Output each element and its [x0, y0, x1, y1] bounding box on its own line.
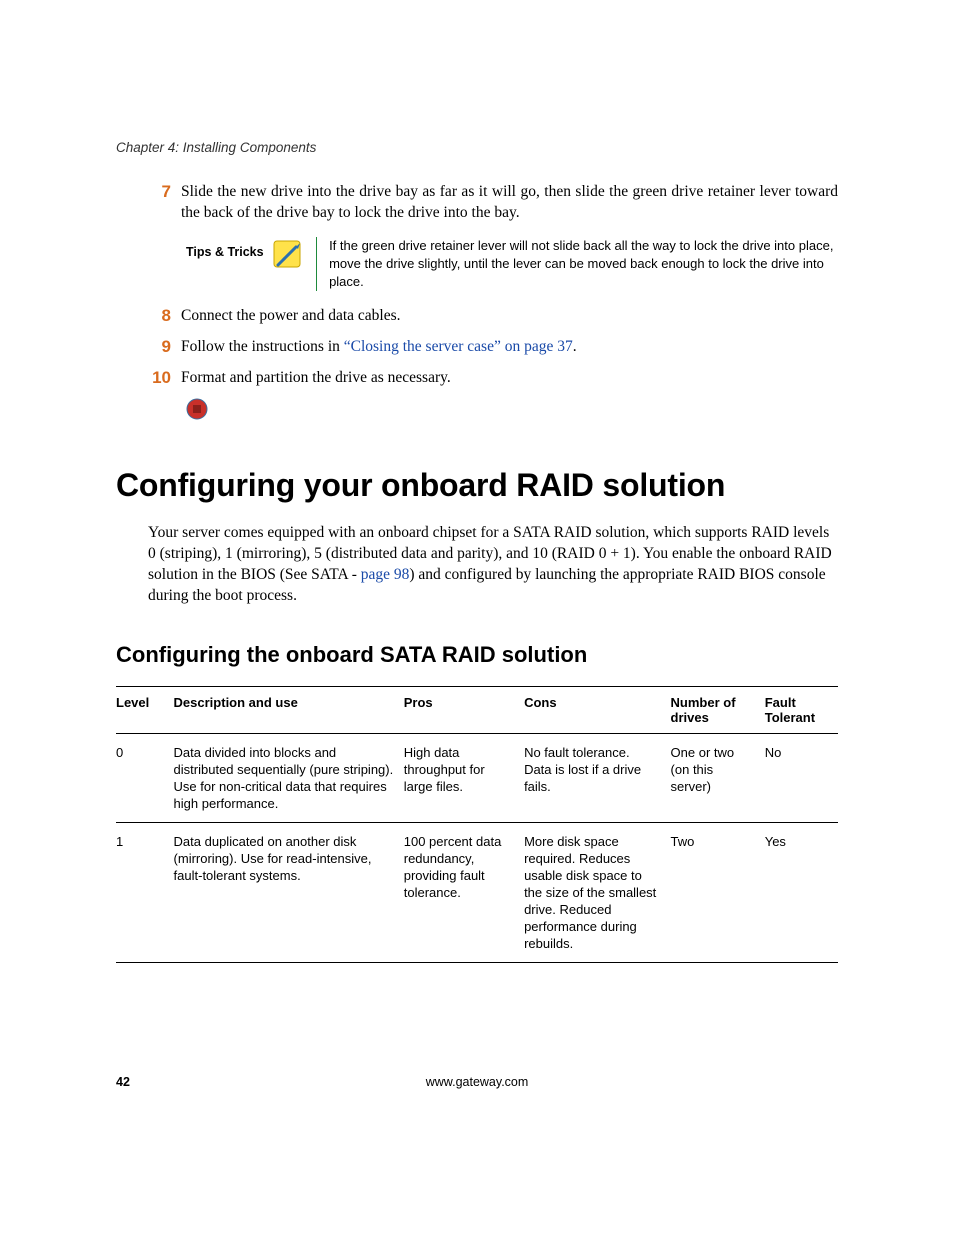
tips-text: If the green drive retainer lever will n…: [329, 237, 838, 291]
step-number: 9: [116, 336, 181, 357]
cell-fault: No: [765, 734, 838, 823]
cell-pros: 100 percent data redundancy, providing f…: [404, 823, 524, 963]
section-heading: Configuring your onboard RAID solution: [116, 467, 838, 504]
cell-fault: Yes: [765, 823, 838, 963]
step-10: 10 Format and partition the drive as nec…: [116, 367, 838, 388]
table-row: 1 Data duplicated on another disk (mirro…: [116, 823, 838, 963]
cell-pros: High data throughput for large files.: [404, 734, 524, 823]
crossref-link[interactable]: page 98: [361, 566, 410, 583]
cell-desc: Data divided into blocks and distributed…: [174, 734, 404, 823]
tips-divider: [316, 237, 317, 291]
step-number: 8: [116, 305, 181, 326]
tips-and-tricks-block: Tips & Tricks If the green drive retaine…: [186, 237, 838, 291]
step-number: 7: [116, 181, 181, 223]
cell-level: 0: [116, 734, 174, 823]
step-9: 9 Follow the instructions in “Closing th…: [116, 336, 838, 357]
table-row: 0 Data divided into blocks and distribut…: [116, 734, 838, 823]
col-cons: Cons: [524, 687, 670, 734]
col-level: Level: [116, 687, 174, 734]
tips-label: Tips & Tricks: [186, 237, 264, 259]
end-of-procedure-icon: [186, 398, 838, 425]
crossref-link[interactable]: “Closing the server case” on page 37: [344, 338, 573, 355]
cell-drives: Two: [671, 823, 765, 963]
cell-level: 1: [116, 823, 174, 963]
step-text: Slide the new drive into the drive bay a…: [181, 181, 838, 223]
note-icon: [270, 237, 306, 273]
step-text: Format and partition the drive as necess…: [181, 367, 451, 388]
page: Chapter 4: Installing Components 7 Slide…: [0, 0, 954, 1235]
step-text: Follow the instructions in “Closing the …: [181, 336, 577, 357]
step-number: 10: [116, 367, 181, 388]
step-8: 8 Connect the power and data cables.: [116, 305, 838, 326]
step-text-b: .: [573, 338, 577, 355]
cell-cons: No fault tolerance. Data is lost if a dr…: [524, 734, 670, 823]
footer-url: www.gateway.com: [116, 1075, 838, 1089]
raid-table: Level Description and use Pros Cons Numb…: [116, 686, 838, 963]
step-7: 7 Slide the new drive into the drive bay…: [116, 181, 838, 223]
section-paragraph: Your server comes equipped with an onboa…: [148, 522, 838, 606]
col-fault: Fault Tolerant: [765, 687, 838, 734]
cell-desc: Data duplicated on another disk (mirrori…: [174, 823, 404, 963]
page-footer: 42 www.gateway.com: [116, 1075, 838, 1089]
chapter-header: Chapter 4: Installing Components: [116, 140, 838, 155]
cell-drives: One or two (on this server): [671, 734, 765, 823]
table-header-row: Level Description and use Pros Cons Numb…: [116, 687, 838, 734]
step-text-a: Follow the instructions in: [181, 338, 344, 355]
cell-cons: More disk space required. Reduces usable…: [524, 823, 670, 963]
col-drives: Number of drives: [671, 687, 765, 734]
subsection-heading: Configuring the onboard SATA RAID soluti…: [116, 642, 838, 668]
step-text: Connect the power and data cables.: [181, 305, 401, 326]
col-pros: Pros: [404, 687, 524, 734]
col-desc: Description and use: [174, 687, 404, 734]
